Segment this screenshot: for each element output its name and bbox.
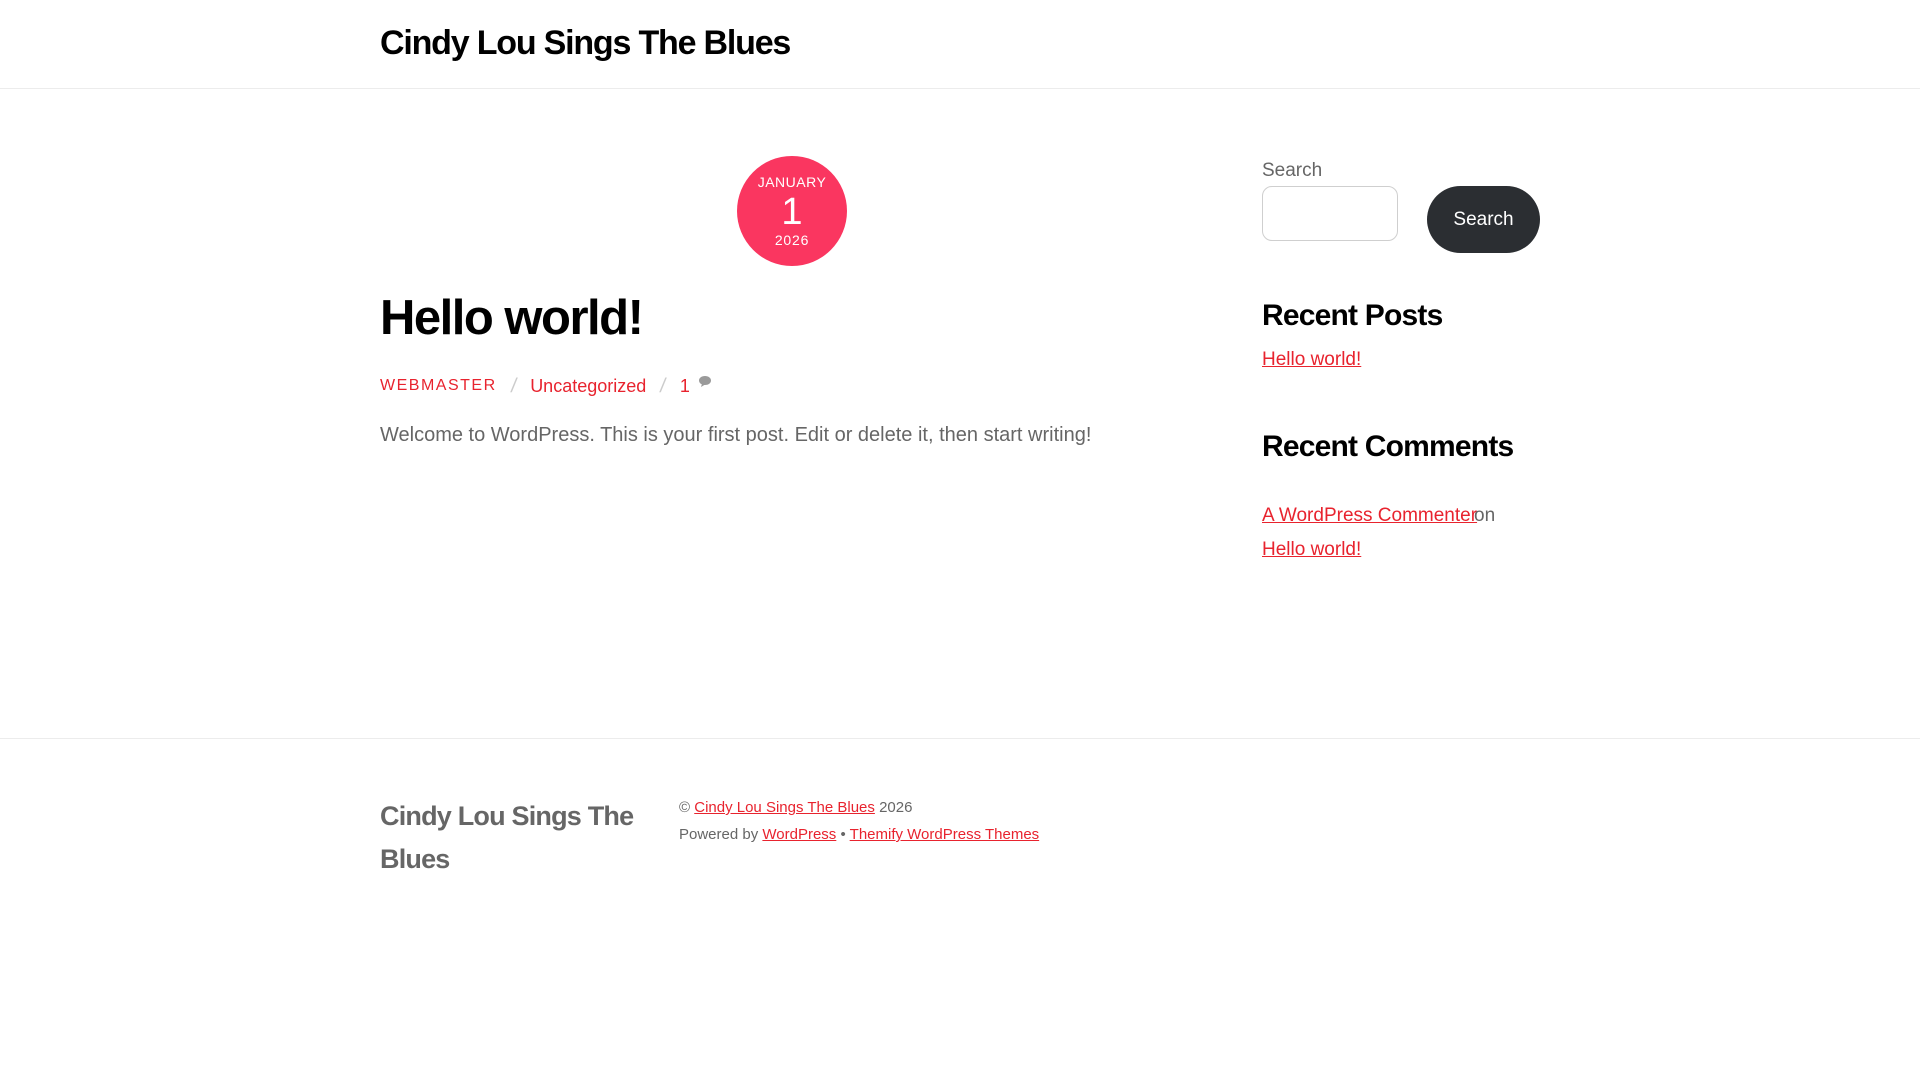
recent-posts-title: Recent Posts	[1262, 299, 1443, 332]
copyright-symbol: ©	[679, 799, 691, 816]
recent-post-link[interactable]: Hello world!	[1262, 349, 1361, 371]
comment-count: 1	[679, 375, 690, 396]
copyright-year: 2026	[879, 799, 913, 816]
post-excerpt: Welcome to WordPress. This is your first…	[380, 424, 1092, 446]
search-button[interactable]: Search	[1427, 186, 1540, 253]
footer-powered-line: Powered by WordPress • Themify WordPress…	[679, 821, 1039, 848]
footer-credits: © Cindy Lou Sings The Blues 2026 Powered…	[679, 794, 1039, 848]
site-header: Cindy Lou Sings The Blues	[0, 0, 1920, 89]
recent-comment-post-link[interactable]: Hello world!	[1262, 539, 1361, 561]
footer-site-title[interactable]: Cindy Lou Sings The Blues	[380, 795, 650, 881]
search-label: Search	[1262, 160, 1323, 181]
post-comments-link[interactable]: 1	[679, 375, 712, 397]
meta-separator: /	[658, 374, 668, 397]
post-date-month: JANUARY	[757, 174, 827, 190]
footer-site-link[interactable]: Cindy Lou Sings The Blues	[694, 799, 875, 816]
post-category-link[interactable]: Uncategorized	[530, 376, 646, 397]
footer-copyright-line: © Cindy Lou Sings The Blues 2026	[679, 794, 1039, 821]
meta-separator: /	[509, 374, 518, 397]
footer-bullet: •	[840, 826, 846, 843]
site-title-link[interactable]: Cindy Lou Sings The Blues	[380, 24, 791, 63]
post-author-link[interactable]: WEBMASTER	[380, 377, 497, 395]
themify-link[interactable]: Themify WordPress Themes	[850, 826, 1040, 843]
powered-by-text: Powered by	[679, 826, 759, 843]
recent-comment-connector: on	[1474, 505, 1496, 526]
post-date-year: 2026	[774, 232, 810, 248]
post-title[interactable]: Hello world!	[380, 290, 644, 346]
recent-comment-author-link[interactable]: A WordPress Commenter	[1262, 505, 1477, 527]
post-date-day: 1	[781, 191, 803, 233]
wordpress-link[interactable]: WordPress	[762, 826, 836, 843]
search-input[interactable]	[1262, 186, 1398, 241]
post-date-badge: JANUARY 1 2026	[737, 156, 847, 266]
comment-bubble-icon	[698, 372, 712, 393]
site-footer: Cindy Lou Sings The Blues © Cindy Lou Si…	[0, 738, 1920, 1080]
recent-comments-title: Recent Comments	[1262, 430, 1514, 463]
post-meta: WEBMASTER / Uncategorized / 1	[380, 374, 712, 398]
